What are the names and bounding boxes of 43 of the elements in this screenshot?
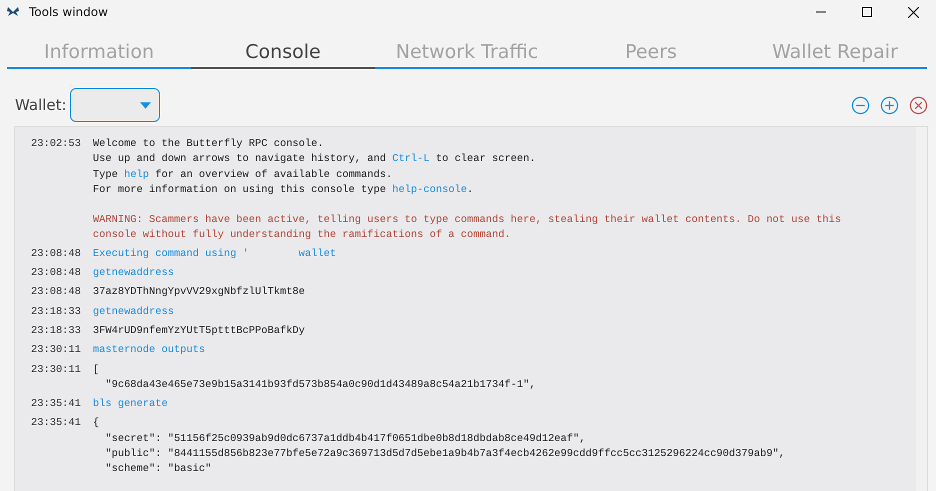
console-line: Type help for an overview of available commands. — [92, 168, 392, 183]
window-title: Tools window — [29, 5, 108, 19]
caret-icon — [140, 102, 151, 108]
wallet-label: Wallet: — [15, 96, 67, 114]
console-line: Welcome to the Butterfly RPC console. — [92, 137, 324, 152]
output-line: "9c68da43e465e73e9b15a3141b93fd573b854a0c90d1d43489a8c54a21b1734f-1", — [104, 378, 536, 393]
command-line: masternode outputs — [92, 343, 206, 358]
console-line: Use up and down arrows to navigate history, and Ctrl-L to clear screen. — [92, 152, 536, 168]
close-icon — [908, 6, 918, 18]
timestamp: 23:30:11 — [31, 362, 81, 378]
output-line: 3FW4rUD9nfemYzYUtT5ptttBcPPoBafkDy — [92, 324, 305, 339]
zoom-in-icon[interactable] — [880, 96, 899, 114]
tab[interactable]: Peers — [559, 37, 743, 69]
tab[interactable]: Wallet Repair — [743, 37, 927, 69]
timestamp: 23:02:53 — [31, 137, 81, 152]
console-line: For more information on using this console type help-console. — [92, 182, 474, 198]
output-line: "secret": "51156f25c0939ab9d0dc6737a1ddb4b417f0651dbe0b8d18dbdab8ce49d12eaf", — [104, 432, 586, 447]
command-line: getnewaddress — [92, 266, 174, 282]
command-line: Executing command using ' wallet — [92, 246, 336, 262]
timestamp: 23:30:11 — [31, 343, 81, 358]
output-line: [ — [92, 362, 100, 378]
output-line: { — [92, 416, 100, 432]
timestamp: 23:08:48 — [31, 266, 81, 282]
tab[interactable]: Information — [7, 37, 191, 69]
butterfly-icon — [7, 7, 19, 17]
timestamp: 23:18:33 — [31, 324, 81, 339]
zoom-out-icon[interactable] — [851, 96, 870, 114]
timestamp: 23:08:48 — [31, 285, 81, 300]
command-line: getnewaddress — [92, 304, 174, 320]
maximize-icon — [862, 7, 872, 17]
timestamp: 23:35:41 — [31, 416, 81, 432]
tab[interactable]: Console — [191, 37, 375, 69]
timestamp: 23:35:41 — [31, 397, 81, 412]
output-line: "scheme": "basic" — [104, 462, 212, 478]
warning-text: WARNING: Scammers have been active, telling users to type commands here, stealing their wallet contents. Do not use this console without fully understanding the ramifications of a command. — [92, 213, 842, 244]
command-line: bls generate — [92, 397, 168, 412]
wallet-dropdown[interactable] — [70, 88, 160, 122]
clear-icon[interactable] — [909, 96, 928, 114]
output-line: 37az8YDThNngYpvVV29xgNbfzlUlTkmt8e — [92, 285, 305, 300]
tab[interactable]: Network Traffic — [375, 37, 559, 69]
timestamp: 23:18:33 — [31, 304, 81, 320]
timestamp: 23:08:48 — [31, 246, 81, 262]
output-line: "public": "8441155d856b823e77bfe5e72a9c369713d5d7d5ebe1a9b4b7a3f4ecb4262e99cdd9ffcc5cc3125296224cc90d379ab9", — [104, 447, 786, 462]
